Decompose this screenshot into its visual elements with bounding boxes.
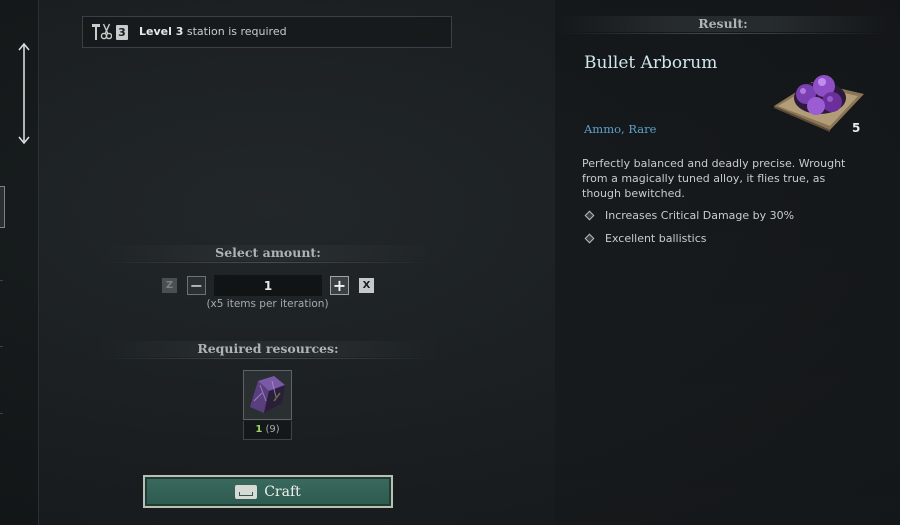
- spacebar-key-icon: [235, 484, 258, 499]
- diamond-bullet-icon: [584, 210, 595, 221]
- crafting-tools-icon: [92, 23, 112, 40]
- section-divider: [556, 33, 890, 34]
- resource-have-count: 1: [255, 424, 263, 435]
- station-requirement-suffix: station is required: [186, 25, 287, 38]
- sidebar-divider: [0, 346, 3, 347]
- vertical-resize-arrow-icon[interactable]: [17, 42, 31, 145]
- result-property-text: Increases Critical Damage by 30%: [605, 209, 795, 222]
- purple-ore-ingot-icon: [250, 376, 285, 413]
- craft-button[interactable]: Craft: [143, 475, 393, 508]
- decrease-hotkey-z[interactable]: Z: [162, 278, 177, 293]
- sidebar-divider: [0, 280, 3, 281]
- section-divider: [98, 358, 438, 359]
- sidebar-selected-tab[interactable]: [0, 186, 5, 228]
- result-item-description: Perfectly balanced and deadly precise. W…: [582, 157, 846, 200]
- station-level-badge: 3: [116, 24, 128, 40]
- items-per-iteration-note: (x5 items per iteration): [206, 298, 329, 310]
- result-property: Excellent ballistics: [584, 232, 707, 245]
- result-item-category: Ammo, Rare: [584, 122, 657, 136]
- result-property-text: Excellent ballistics: [605, 232, 707, 245]
- decrease-amount-button[interactable]: −: [187, 276, 206, 295]
- increase-amount-button[interactable]: +: [330, 276, 349, 295]
- result-item-name: Bullet Arborum: [584, 53, 718, 73]
- section-divider: [98, 262, 438, 263]
- station-requirement-text: Level 3 station is required: [139, 25, 287, 38]
- result-header: Result:: [556, 16, 890, 32]
- amount-input[interactable]: 1: [214, 275, 322, 296]
- diamond-bullet-icon: [584, 233, 595, 244]
- increase-hotkey-x[interactable]: X: [359, 278, 374, 293]
- required-resources-header: Required resources:: [98, 341, 438, 357]
- resource-total-count: (9): [265, 424, 280, 435]
- resource-count: 1 (9): [243, 421, 292, 440]
- craft-button-label: Craft: [264, 483, 301, 500]
- sidebar-divider: [0, 413, 3, 414]
- result-item-quantity: 5: [852, 121, 861, 135]
- select-amount-header: Select amount:: [98, 245, 438, 261]
- result-property: Increases Critical Damage by 30%: [584, 209, 794, 222]
- station-requirement: 3 Level 3 station is required: [82, 16, 452, 48]
- station-level-label: Level 3: [139, 25, 184, 38]
- resource-slot[interactable]: [243, 370, 292, 420]
